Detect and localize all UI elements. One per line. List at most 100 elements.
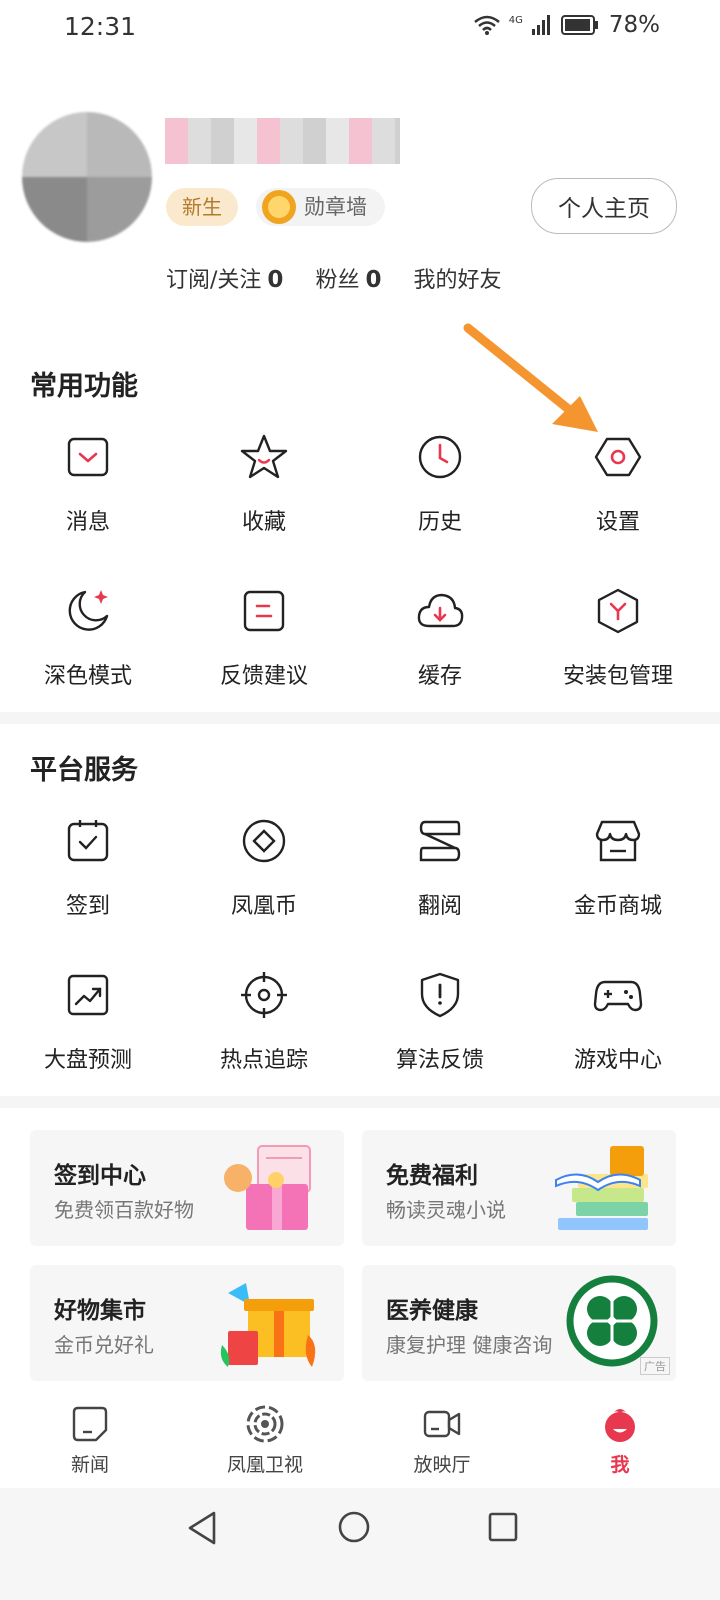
store-icon [595, 820, 641, 862]
fans-stat[interactable]: 粉丝 0 [315, 262, 381, 294]
username-blurred [165, 118, 400, 164]
card-subtitle: 金币兑好礼 [54, 1333, 154, 1357]
network-type: 4G [508, 14, 523, 26]
common-functions-title: 常用功能 [30, 371, 138, 402]
card-subtitle: 畅读灵魂小说 [386, 1198, 506, 1222]
grid-item-label: 设置 [595, 510, 640, 535]
avatar[interactable] [22, 112, 152, 242]
status-icons: 4G 78% [473, 12, 660, 38]
checkin-icon [67, 820, 109, 862]
wifi-icon [473, 15, 500, 35]
grid-item-checkin[interactable]: 签到 [0, 816, 176, 920]
settings-hexagon-icon [594, 437, 642, 477]
message-icon [67, 437, 109, 477]
clock-icon [418, 435, 462, 479]
battery-icon [560, 15, 598, 35]
platform-services-title: 平台服务 [30, 755, 138, 786]
grid-item-market-forecast[interactable]: 大盘预测 [0, 970, 176, 1074]
medal-icon [262, 190, 296, 224]
subscribe-stat[interactable]: 订阅/关注 0 [166, 262, 283, 294]
grid-item-label: 翻阅 [417, 894, 462, 919]
nav-tab-label: 凤凰卫视 [226, 1454, 303, 1476]
status-bar: 12:31 4G 78% [0, 0, 720, 56]
fans-count: 0 [365, 267, 382, 293]
annotation-arrow [463, 323, 598, 432]
card-subtitle: 免费领百款好物 [54, 1198, 194, 1222]
grid-item-label: 消息 [65, 510, 110, 535]
subscribe-count: 0 [267, 267, 284, 293]
grid-item-algorithm-feedback[interactable]: 算法反馈 [352, 970, 528, 1074]
grid-item-browse[interactable]: 翻阅 [352, 816, 528, 920]
card-title: 免费福利 [386, 1163, 478, 1189]
trend-chart-icon [67, 974, 109, 1016]
promo-card-health-care[interactable]: 医养健康 康复护理 健康咨询 广告 [362, 1265, 676, 1381]
grid-item-package-manager[interactable]: 安装包管理 [530, 586, 706, 690]
grid-item-label: 热点追踪 [219, 1048, 308, 1073]
books-illustration [555, 1146, 648, 1230]
nav-tab-me[interactable]: 我 [530, 1392, 710, 1477]
status-time: 12:31 [64, 12, 137, 41]
grid-item-label: 算法反馈 [395, 1048, 484, 1073]
grid-item-coin-store[interactable]: 金币商城 [530, 816, 706, 920]
promo-card-checkin-center[interactable]: 签到中心 免费领百款好物 [30, 1130, 344, 1246]
grid-item-label: 大盘预测 [43, 1048, 132, 1073]
card-title: 签到中心 [54, 1163, 146, 1189]
grid-item-label: 金币商城 [573, 894, 662, 919]
grid-item-cache[interactable]: 缓存 [352, 586, 528, 690]
pages-icon [419, 820, 461, 862]
grid-item-feedback[interactable]: 反馈建议 [176, 586, 352, 690]
section-divider [0, 1096, 720, 1108]
grid-item-label: 凤凰币 [230, 894, 297, 919]
card-title: 医养健康 [386, 1298, 478, 1324]
system-nav-bar [0, 1488, 720, 1600]
nav-tab-label: 我 [610, 1454, 630, 1476]
video-camera-icon [423, 1410, 461, 1438]
news-icon [72, 1406, 108, 1442]
grid-item-label: 缓存 [417, 664, 462, 689]
grid-item-dark-mode[interactable]: 深色模式 [0, 586, 176, 690]
phoenix-logo-icon [246, 1405, 284, 1443]
profile-stats: 订阅/关注 0 粉丝 0 我的好友 [166, 262, 533, 294]
shield-alert-icon [420, 972, 460, 1018]
promo-card-free-benefits[interactable]: 免费福利 畅读灵魂小说 [362, 1130, 676, 1246]
nav-tab-theater[interactable]: 放映厅 [352, 1392, 532, 1477]
cloud-download-icon [417, 593, 464, 628]
moon-icon [68, 590, 109, 631]
ad-tag: 广告 [640, 1357, 670, 1375]
star-icon [240, 434, 288, 479]
promo-card-goods-market[interactable]: 好物集市 金币兑好礼 [30, 1265, 344, 1381]
grid-item-label: 反馈建议 [219, 664, 308, 689]
new-user-badge[interactable]: 新生 [166, 188, 238, 226]
home-circle-icon[interactable] [337, 1510, 371, 1544]
grid-item-settings[interactable]: 设置 [530, 432, 706, 536]
gift-box-illustration [224, 1145, 311, 1230]
battery-percent: 78% [608, 12, 660, 38]
bottom-nav: 新闻 凤凰卫视 放映厅 我 [0, 1392, 720, 1488]
package-icon [597, 588, 639, 634]
nav-tab-news[interactable]: 新闻 [0, 1392, 180, 1477]
fans-label: 粉丝 [315, 268, 360, 293]
grid-item-messages[interactable]: 消息 [0, 432, 176, 536]
grid-item-game-center[interactable]: 游戏中心 [530, 970, 706, 1074]
present-illustration [220, 1283, 316, 1367]
recents-square-icon[interactable] [488, 1512, 518, 1542]
back-triangle-icon[interactable] [186, 1510, 218, 1546]
grid-item-history[interactable]: 历史 [352, 432, 528, 536]
grid-item-hot-tracking[interactable]: 热点追踪 [176, 970, 352, 1074]
nav-tab-phoenix-tv[interactable]: 凤凰卫视 [175, 1392, 355, 1477]
feedback-icon [243, 590, 285, 632]
nav-tab-label: 放映厅 [413, 1454, 471, 1476]
grid-item-favorites[interactable]: 收藏 [176, 432, 352, 536]
profile-page-button[interactable]: 个人主页 [531, 178, 677, 234]
grid-item-phoenix-coin[interactable]: 凤凰币 [176, 816, 352, 920]
coin-icon [242, 819, 286, 863]
grid-item-label: 深色模式 [43, 664, 132, 689]
gamepad-icon [593, 980, 643, 1012]
grid-item-label: 游戏中心 [573, 1048, 662, 1073]
nav-tab-label: 新闻 [70, 1454, 109, 1476]
grid-item-label: 历史 [417, 510, 462, 535]
grid-item-label: 安装包管理 [562, 664, 673, 689]
card-subtitle: 康复护理 健康咨询 [386, 1333, 553, 1357]
grid-item-label: 签到 [65, 894, 110, 919]
friends-link[interactable]: 我的好友 [413, 262, 501, 294]
